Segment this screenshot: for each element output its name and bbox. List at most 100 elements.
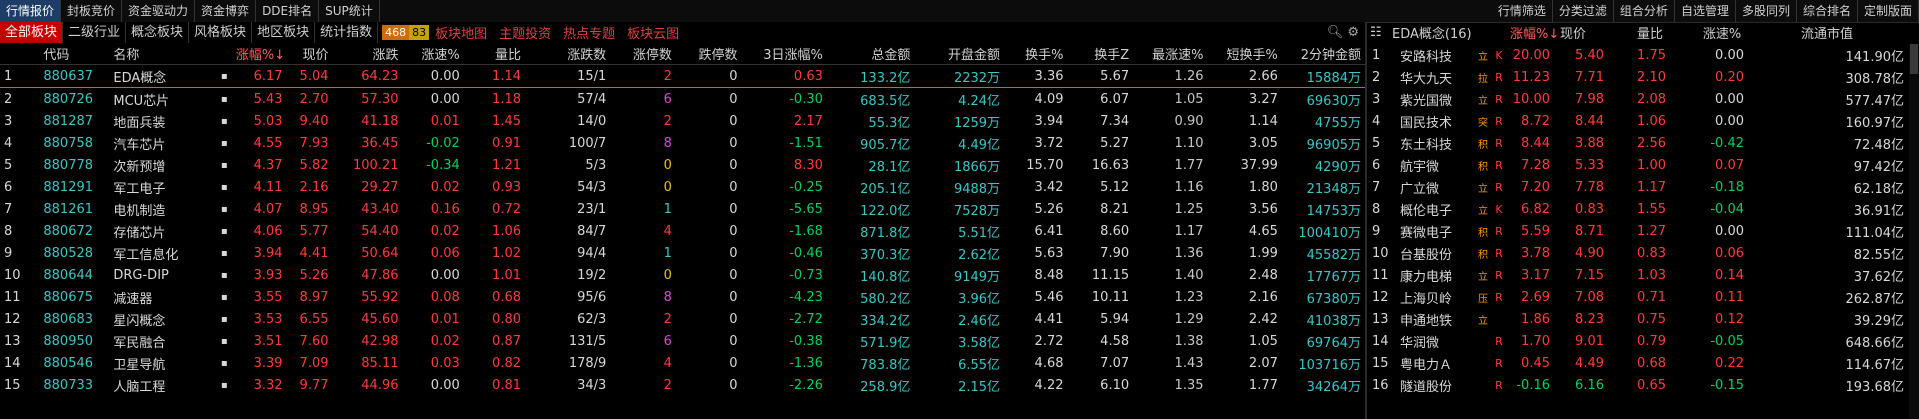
cell-max-speed: 1.77 [1174,157,1204,173]
list-item[interactable]: 4 国民技术 突 R 8.72 8.44 1.06 0.00 160.97亿 [1368,110,1908,132]
tab-region[interactable]: 地区板块 [252,22,316,43]
rcol-price[interactable]: 现价 [1560,23,1618,42]
cell-market-cap: 262.87亿 [1845,291,1905,307]
col-change-pct[interactable]: 涨幅%↓ [231,43,287,65]
cell-flag: R [1495,136,1503,150]
col-up-down-count[interactable]: 涨跌数 [525,43,611,65]
top-btn-portfolio[interactable]: 组合分析 [1614,0,1675,22]
table-row[interactable]: 12 880683 星闪概念 ▪ 3.53 6.55 45.60 0.01 0.80 62/3 2 0… [0,308,1365,330]
list-item[interactable]: 1 安路科技 立 K 20.00 5.40 1.75 0.00 141.90亿 [1368,44,1908,66]
col-open-amount[interactable]: 开盘金额 [914,43,1005,65]
top-btn-custom-layout[interactable]: 定制版面 [1858,0,1919,22]
col-short-turnover[interactable]: 短换手% [1207,43,1282,65]
cell-open-amount: 2232万 [914,64,1005,88]
list-item[interactable]: 11 康力电梯 立 R 3.17 7.15 1.03 0.14 37.62亿 [1368,264,1908,286]
right-scrollbar[interactable] [1909,44,1919,419]
col-limit-up[interactable]: 涨停数 [610,43,676,65]
top-btn-filter[interactable]: 行情筛选 [1492,0,1553,22]
table-row[interactable]: 15 880733 人脑工程 ▪ 3.32 9.77 44.96 0.00 0.81 34/3 2 0… [0,374,1365,396]
col-code[interactable]: 代码 [39,43,110,65]
table-row[interactable]: 7 881261 电机制造 ▪ 4.07 8.95 43.40 0.16 0.72 23/1 1 0 -… [0,198,1365,220]
top-tab-dde-rank[interactable]: DDE排名 [256,0,320,22]
link-sector-map[interactable]: 板块地图 [429,23,493,42]
cell-total-amount: 55.3亿 [868,115,911,131]
list-item[interactable]: 16 隧道股份 R -0.16 6.16 0.65 -0.15 193.68亿 [1368,374,1908,396]
gear-icon[interactable]: ⚙ [1347,25,1359,40]
top-tab-sup-stats[interactable]: SUP统计 [319,0,380,22]
cell-limit-up: 0 [663,179,672,195]
top-tab-fund-game[interactable]: 资金博弈 [195,0,257,22]
cell-flag: R [1495,246,1503,260]
list-item[interactable]: 10 台基股份 积 R 3.78 4.90 0.83 0.06 82.55亿 [1368,242,1908,264]
cell-name: 卫星导航 [113,357,166,373]
table-row[interactable]: 6 881291 军工电子 ▪ 4.11 2.16 29.27 0.02 0.93 54/3 0 0 -… [0,176,1365,198]
table-row[interactable]: 10 880644 DRG-DIP ▪ 3.93 5.26 47.86 0.00 1.01 19/… [0,264,1365,286]
list-item[interactable]: 13 申通地铁 立 1.86 8.23 0.75 0.12 39.29亿 [1368,308,1908,330]
top-tab-quote[interactable]: 行情报价 [0,0,62,22]
tab-secondary-industry[interactable]: 二级行业 [63,22,127,43]
cell-open-amount: 1259万 [953,115,1001,131]
list-item[interactable]: 2 华大九天 拉 R 11.23 7.71 2.10 0.20 308.78亿 [1368,66,1908,88]
table-row[interactable]: 9 880528 军工信息化 ▪ 3.94 4.41 50.64 0.06 1.02 94/4 1 0… [0,242,1365,264]
table-row[interactable]: 8 880672 存储芯片 ▪ 4.06 5.77 54.40 0.02 1.06 84/7 4 0 -… [0,220,1365,242]
list-item[interactable]: 12 上海贝岭 压 R 2.69 7.08 0.71 0.11 262.87亿 [1368,286,1908,308]
tab-style[interactable]: 风格板块 [189,22,253,43]
link-sector-cloud[interactable]: 板块云图 [621,23,685,42]
col-turnover[interactable]: 换手% [1004,43,1068,65]
list-item[interactable]: 3 紫光国微 立 R 10.00 7.98 2.08 0.00 577.47亿 [1368,88,1908,110]
col-speed[interactable]: 涨速% [402,43,464,65]
table-row[interactable]: 3 881287 地面兵装 ▪ 5.03 9.40 41.18 0.01 1.45 14/0 2 0 2… [0,110,1365,132]
top-tab-seal-auction[interactable]: 封板竞价 [61,0,123,22]
list-item[interactable]: 7 广立微 立 R 7.20 7.78 1.17 -0.18 62.18亿 [1368,176,1908,198]
col-price[interactable]: 现价 [286,43,333,65]
list-item[interactable]: 14 华润微 R 1.70 9.01 0.79 -0.05 648.66亿 [1368,330,1908,352]
table-row[interactable]: 11 880675 减速器 ▪ 3.55 8.97 55.92 0.08 0.68 95/6 8 0 -… [0,286,1365,308]
cell-volume-ratio: 0.75 [1637,311,1666,327]
top-btn-category-filter[interactable]: 分类过滤 [1553,0,1614,22]
col-max-speed[interactable]: 最涨速% [1133,43,1208,65]
grid-icon[interactable]: ☷ [1368,25,1392,40]
cell-turnover-z: 5.67 [1067,64,1134,88]
rcol-change-pct[interactable]: 涨幅%↓ [1510,23,1560,42]
rcol-volume-ratio[interactable]: 量比 [1618,23,1682,42]
col-2min-amount[interactable]: 2分钟金额 [1281,43,1365,65]
top-tab-fund-drive[interactable]: 资金驱动力 [122,0,196,22]
top-btn-multi-stock[interactable]: 多股同列 [1736,0,1797,22]
col-turnover-z[interactable]: 换手Z [1067,43,1134,65]
rcol-market-cap[interactable]: 流通市值 [1762,23,1892,42]
col-name[interactable]: 名称 [109,43,217,65]
cell-total-amount: 28.1亿 [868,159,911,175]
list-item[interactable]: 6 航宇微 积 R 7.28 5.33 1.00 0.07 97.42亿 [1368,154,1908,176]
tab-all-sectors[interactable]: 全部板块 [0,22,64,43]
cell-volume-ratio: 2.56 [1637,135,1666,151]
search-icon[interactable]: 🔍︎ [1327,25,1344,40]
scroll-thumb[interactable] [1910,44,1918,74]
list-item[interactable]: 9 赛微电子 积 R 5.59 8.71 1.27 0.00 111.04亿 [1368,220,1908,242]
top-btn-watchlist[interactable]: 自选管理 [1675,0,1736,22]
tab-concept[interactable]: 概念板块 [126,22,190,43]
col-limit-down[interactable]: 跌停数 [675,43,742,65]
list-item[interactable]: 8 概伦电子 立 K 6.82 0.83 1.55 -0.04 36.91亿 [1368,198,1908,220]
table-row[interactable]: 1 880637 EDA概念 ▪ 6.17 5.04 64.23 0.00 1.14 15/1 2 0… [0,64,1365,88]
list-item[interactable]: 5 东土科技 积 R 8.44 3.88 2.56 -0.42 72.48亿 [1368,132,1908,154]
col-volume-ratio[interactable]: 量比 [463,43,525,65]
table-row[interactable]: 14 880546 卫星导航 ▪ 3.39 7.09 85.11 0.03 0.82 178/9 4… [0,352,1365,374]
link-hot-topic[interactable]: 热点专题 [557,23,621,42]
table-row[interactable]: 2 880726 MCU芯片 ▪ 5.43 2.70 57.30 0.00 1.18 57/4 6 0… [0,88,1365,111]
tab-stat-index[interactable]: 统计指数 [315,22,379,43]
col-total-amount[interactable]: 总金额 [826,43,915,65]
rcol-speed[interactable]: 涨速% [1682,23,1762,42]
link-theme-invest[interactable]: 主题投资 [493,23,557,42]
table-row[interactable]: 5 880778 次新预增 ▪ 4.37 5.82 100.21 -0.34 1.21 5/3 0 0… [0,154,1365,176]
list-item[interactable]: 15 粤电力Ａ R 0.45 4.49 0.68 0.22 114.67亿 [1368,352,1908,374]
col-change[interactable]: 涨跌 [332,43,403,65]
top-btn-rank[interactable]: 综合排名 [1797,0,1858,22]
cell-limit-down: 0 [675,64,742,88]
col-3day-change[interactable]: 3日涨幅% [741,43,827,65]
table-row[interactable]: 13 880950 军民融合 ▪ 3.51 7.60 42.98 0.02 0.87 131/5 6… [0,330,1365,352]
cell-3day: -4.23 [789,289,823,305]
cell-limit-down: 0 [729,377,738,393]
cell-3day: 8.30 [793,157,823,173]
panel-divider[interactable] [1365,22,1367,419]
table-row[interactable]: 4 880758 汽车芯片 ▪ 4.55 7.93 36.45 -0.02 0.91 100/7 8… [0,132,1365,154]
